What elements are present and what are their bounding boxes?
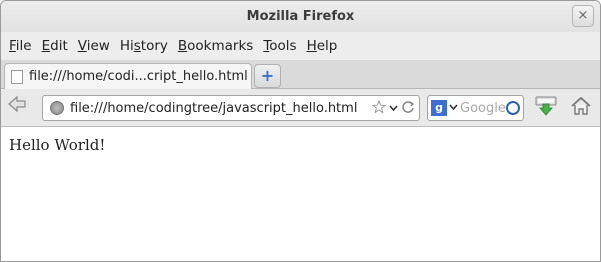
tab-strip: file:///home/codi...cript_hello.html + bbox=[1, 60, 600, 89]
search-placeholder[interactable]: Google bbox=[460, 101, 506, 116]
dropdown-icon[interactable] bbox=[389, 101, 398, 115]
new-tab-button[interactable]: + bbox=[254, 64, 281, 88]
reload-icon[interactable] bbox=[401, 100, 415, 117]
menu-file[interactable]: File bbox=[4, 38, 37, 54]
engine-dropdown-icon[interactable] bbox=[449, 103, 458, 114]
menu-edit[interactable]: Edit bbox=[37, 38, 73, 54]
google-icon[interactable]: g bbox=[431, 100, 447, 116]
menu-bookmarks[interactable]: Bookmarks bbox=[173, 38, 258, 54]
url-text[interactable]: file:///home/codingtree/javascript_hello… bbox=[70, 101, 372, 116]
back-arrow-icon[interactable] bbox=[5, 95, 31, 119]
page-content: Hello World! bbox=[1, 127, 600, 261]
search-bar[interactable]: g Google bbox=[427, 95, 524, 121]
star-icon[interactable] bbox=[371, 99, 387, 117]
window-title: Mozilla Firefox bbox=[246, 9, 355, 24]
page-icon bbox=[11, 69, 23, 84]
download-icon[interactable] bbox=[532, 94, 560, 120]
title-bar: Mozilla Firefox × bbox=[1, 1, 600, 32]
browser-window: Mozilla Firefox × File Edit View History… bbox=[0, 0, 601, 262]
hello-text: Hello World! bbox=[9, 136, 106, 154]
site-identity-icon[interactable] bbox=[50, 101, 64, 115]
magnifier-icon[interactable] bbox=[506, 101, 520, 115]
home-icon[interactable] bbox=[569, 95, 595, 119]
menu-help[interactable]: Help bbox=[302, 38, 343, 54]
tab-active[interactable]: file:///home/codi...cript_hello.html bbox=[4, 63, 252, 89]
close-window-button[interactable]: × bbox=[572, 5, 594, 27]
url-bar[interactable]: file:///home/codingtree/javascript_hello… bbox=[42, 95, 420, 121]
menu-history[interactable]: History bbox=[115, 38, 173, 54]
menu-tools[interactable]: Tools bbox=[258, 38, 301, 54]
navigation-toolbar: file:///home/codingtree/javascript_hello… bbox=[1, 89, 600, 127]
menu-bar: File Edit View History Bookmarks Tools H… bbox=[1, 32, 600, 60]
menu-view[interactable]: View bbox=[73, 38, 115, 54]
tab-label: file:///home/codi...cript_hello.html bbox=[29, 69, 248, 84]
